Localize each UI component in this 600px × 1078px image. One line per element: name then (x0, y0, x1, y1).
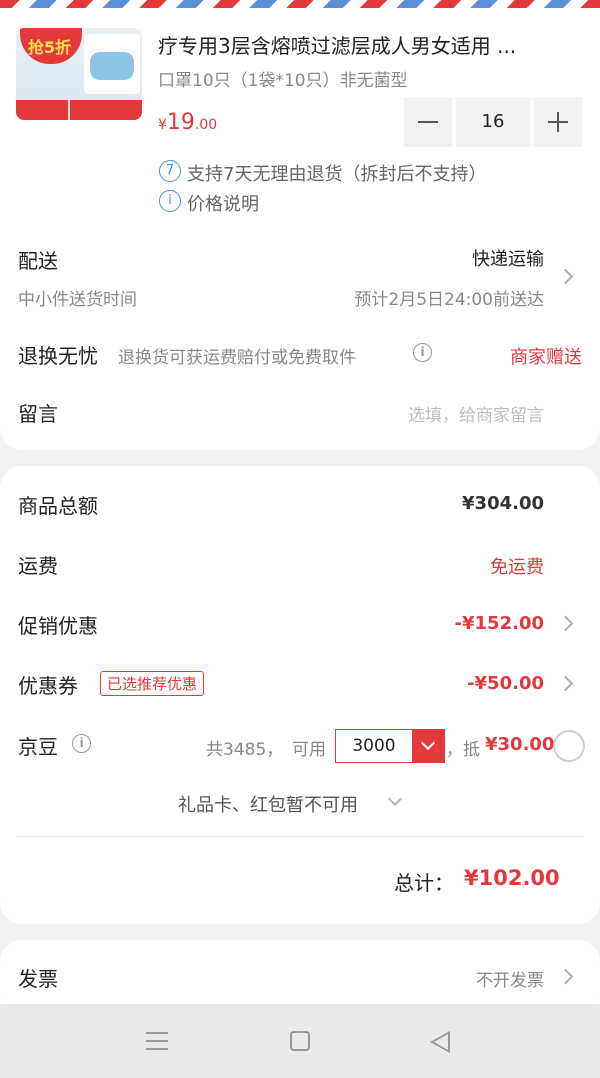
note-input[interactable]: 选填，给商家留言 (408, 401, 544, 426)
jingdou-deduct-value: ¥30.00 (485, 734, 555, 755)
jingdou-use-radio[interactable] (553, 730, 585, 762)
system-navigation-bar (0, 1004, 600, 1078)
quantity-stepper: 16 (404, 97, 582, 147)
promo-label: 促销优惠 (18, 614, 98, 638)
shipping-label: 运费 (18, 554, 58, 578)
home-icon[interactable] (290, 1031, 310, 1051)
product-title[interactable]: 疗专用3层含熔喷过滤层成人男女适用 ... (158, 30, 516, 59)
invoice-value[interactable]: 不开发票 (476, 966, 544, 991)
return-policy-text: 支持7天无理由退货（拆封后不支持） (187, 164, 487, 185)
total-label: 总计： (394, 871, 454, 895)
info-icon: i (159, 190, 181, 212)
shipping-value: 免运费 (490, 557, 544, 578)
price-explanation-link[interactable]: 价格说明 (187, 190, 259, 216)
back-icon[interactable] (430, 1031, 450, 1053)
delivery-eta[interactable]: 预计2月5日24:00前送达 (354, 285, 544, 310)
seven-day-return-icon: 7 (159, 160, 181, 182)
coupon-label: 优惠券 (18, 674, 78, 698)
giftcard-unavailable-text[interactable]: 礼品卡、红包暂不可用 (178, 791, 358, 817)
return-worry-free-label: 退换无忧 (18, 344, 98, 368)
product-price: ¥19.00 (158, 110, 217, 135)
airmail-border (0, 0, 600, 8)
goods-total-value: ¥304.00 (462, 493, 544, 514)
info-icon[interactable]: i (413, 343, 432, 362)
jingdou-available-label: 可用 (292, 740, 326, 760)
menu-icon[interactable] (146, 1032, 168, 1050)
mask-image (84, 34, 140, 94)
discount-badge-text: 抢5折 (28, 38, 72, 57)
jingdou-selected-value: 3000 (352, 736, 396, 756)
chevron-down-icon[interactable] (412, 730, 445, 762)
summary-divider (16, 836, 584, 837)
product-thumbnail[interactable]: 抢5折 (16, 28, 142, 120)
price-integer: 19 (166, 110, 195, 135)
discount-badge: 抢5折 (20, 28, 82, 64)
note-label: 留言 (18, 402, 58, 426)
thumb-band-right (70, 100, 142, 120)
total-value: ¥102.00 (464, 866, 560, 890)
price-symbol: ¥ (158, 117, 167, 133)
jingdou-label: 京豆 (18, 735, 58, 759)
jingdou-deduct-label: ，抵 (446, 740, 480, 760)
quantity-input[interactable]: 16 (456, 97, 530, 147)
coupon-recommended-tag: 已选推荐优惠 (100, 671, 205, 696)
coupon-value[interactable]: -¥50.00 (467, 673, 544, 694)
product-spec: 口罩10只（1袋*10只）非无菌型 (158, 71, 408, 91)
return-worry-free-desc: 退换货可获运费赔付或免费取件 (118, 348, 356, 368)
return-worry-free-value: 商家赠送 (510, 347, 582, 368)
delivery-sub-label: 中小件送货时间 (18, 290, 137, 310)
minus-icon (418, 121, 438, 123)
goods-total-label: 商品总额 (18, 494, 98, 518)
promo-value[interactable]: -¥152.00 (455, 613, 544, 634)
jingdou-amount-select[interactable]: 3000 (335, 729, 445, 763)
decrease-quantity-button[interactable] (404, 97, 452, 147)
info-icon[interactable]: i (72, 734, 91, 753)
jingdou-total: 共3485， (206, 740, 284, 760)
thumb-band-left (16, 100, 68, 120)
invoice-label: 发票 (18, 967, 58, 991)
delivery-method[interactable]: 快递运输 (472, 245, 544, 271)
price-summary-card (0, 466, 600, 924)
price-decimal: .00 (194, 117, 218, 133)
delivery-label: 配送 (18, 249, 58, 273)
increase-quantity-button[interactable] (534, 97, 582, 147)
